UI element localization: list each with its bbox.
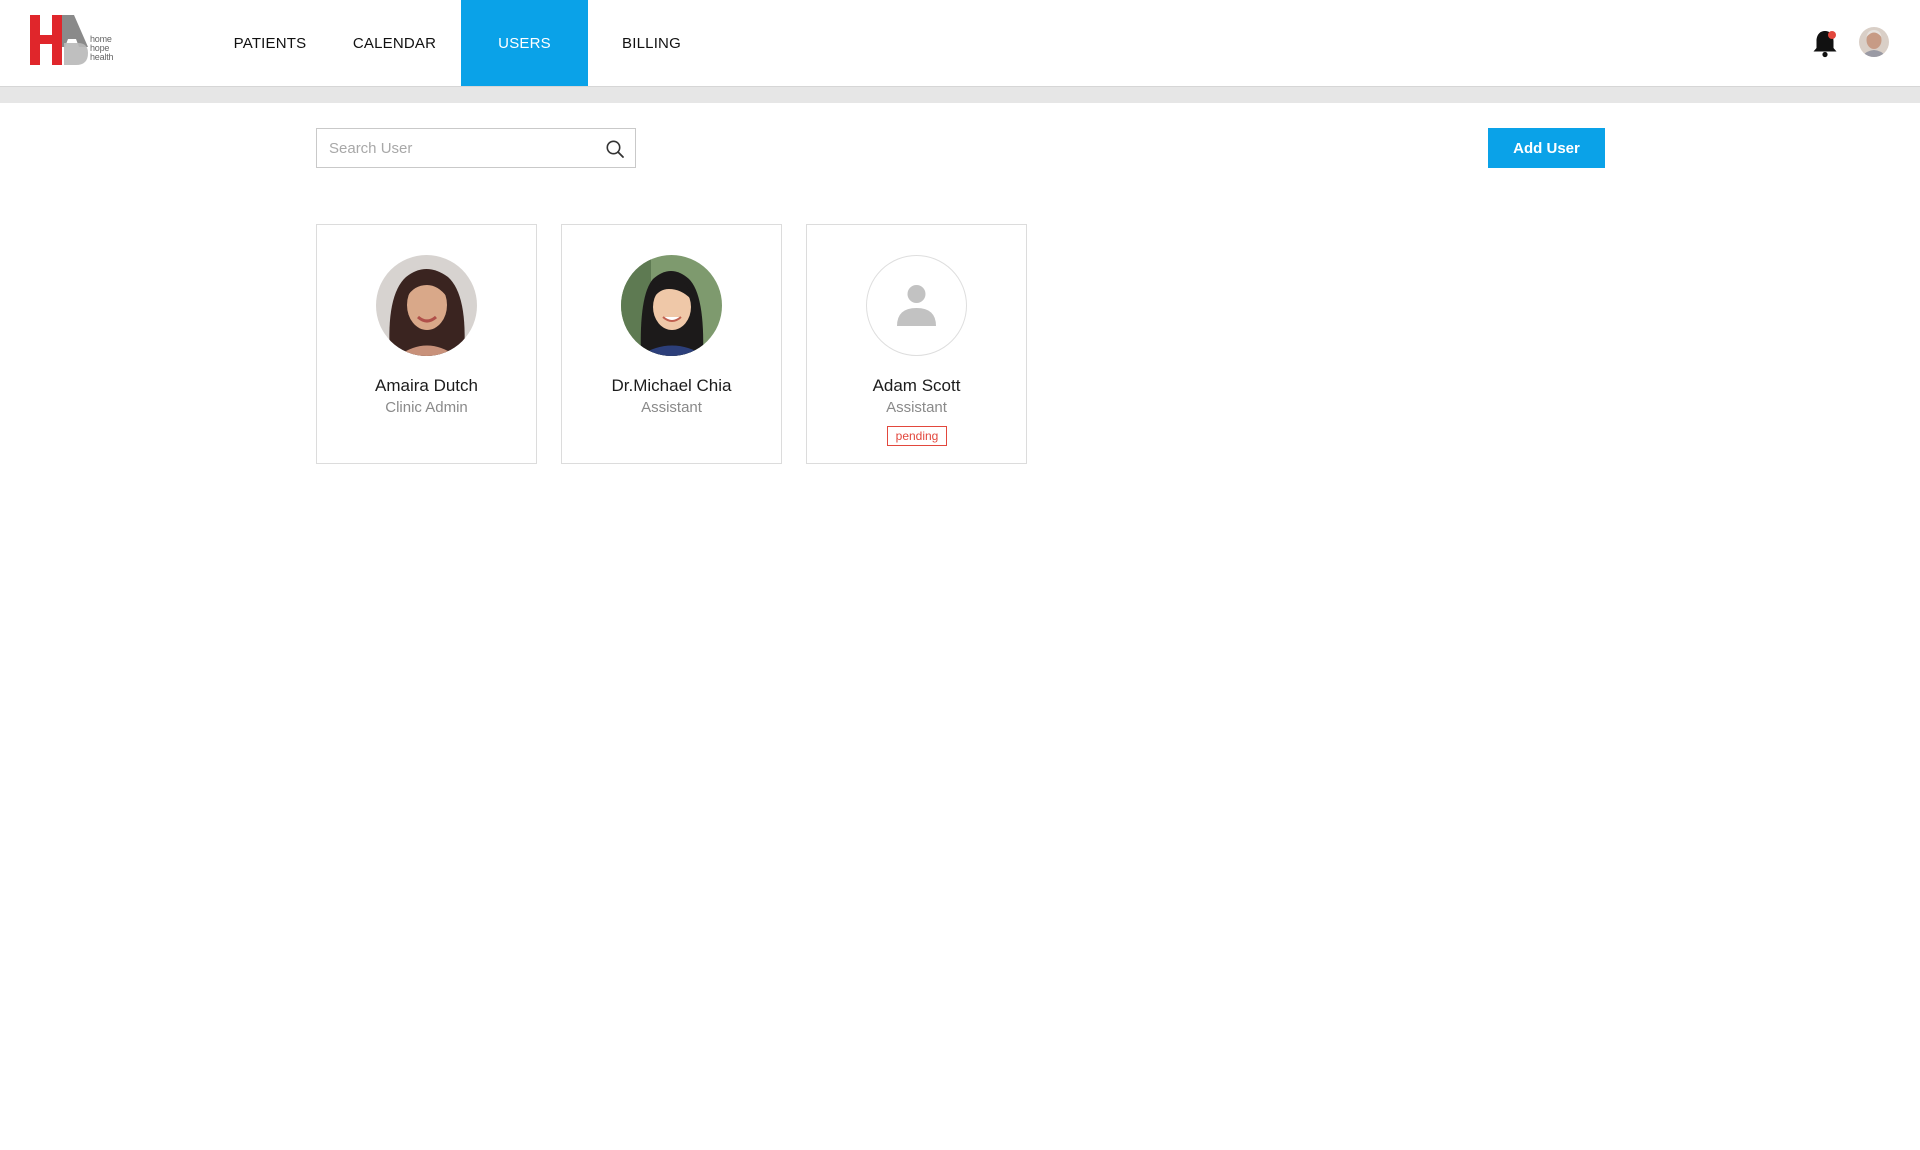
top-navigation-bar: home hope health PATIENTS CALENDAR USERS…: [0, 0, 1920, 87]
profile-avatar[interactable]: [1859, 27, 1889, 57]
user-card[interactable]: Dr.Michael Chia Assistant: [561, 224, 782, 464]
user-name: Adam Scott: [872, 376, 961, 395]
app-logo[interactable]: home hope health: [30, 13, 122, 67]
notification-button[interactable]: [1812, 28, 1838, 58]
notification-dot: [1828, 31, 1836, 39]
logo-word-home: home: [90, 34, 112, 44]
logo-word-hope: hope: [90, 43, 110, 53]
user-card[interactable]: Adam Scott Assistant pending: [806, 224, 1027, 464]
nav-patients[interactable]: PATIENTS: [212, 0, 328, 86]
logo-word-health: health: [90, 52, 114, 62]
nav-users[interactable]: USERS: [461, 0, 588, 86]
nav-billing[interactable]: BILLING: [588, 0, 715, 86]
user-role: Assistant: [886, 399, 947, 416]
search-box[interactable]: [316, 128, 636, 168]
user-name: Dr.Michael Chia: [611, 376, 732, 395]
main-nav: PATIENTS CALENDAR USERS BILLING: [212, 0, 715, 86]
bell-icon: [1813, 31, 1837, 58]
user-photo: [1859, 27, 1889, 57]
user-avatar: [621, 255, 722, 356]
user-avatar-placeholder: [866, 255, 967, 356]
user-role: Clinic Admin: [385, 399, 468, 416]
nav-calendar[interactable]: CALENDAR: [328, 0, 461, 86]
add-user-button[interactable]: Add User: [1488, 128, 1605, 168]
search-input[interactable]: [329, 129, 589, 167]
person-icon: [897, 285, 936, 326]
user-avatar: [376, 255, 477, 356]
user-name: Amaira Dutch: [375, 376, 478, 395]
user-role: Assistant: [641, 399, 702, 416]
header-divider: [0, 87, 1920, 103]
status-badge: pending: [887, 426, 947, 446]
search-icon[interactable]: [605, 139, 625, 159]
user-card[interactable]: Amaira Dutch Clinic Admin: [316, 224, 537, 464]
